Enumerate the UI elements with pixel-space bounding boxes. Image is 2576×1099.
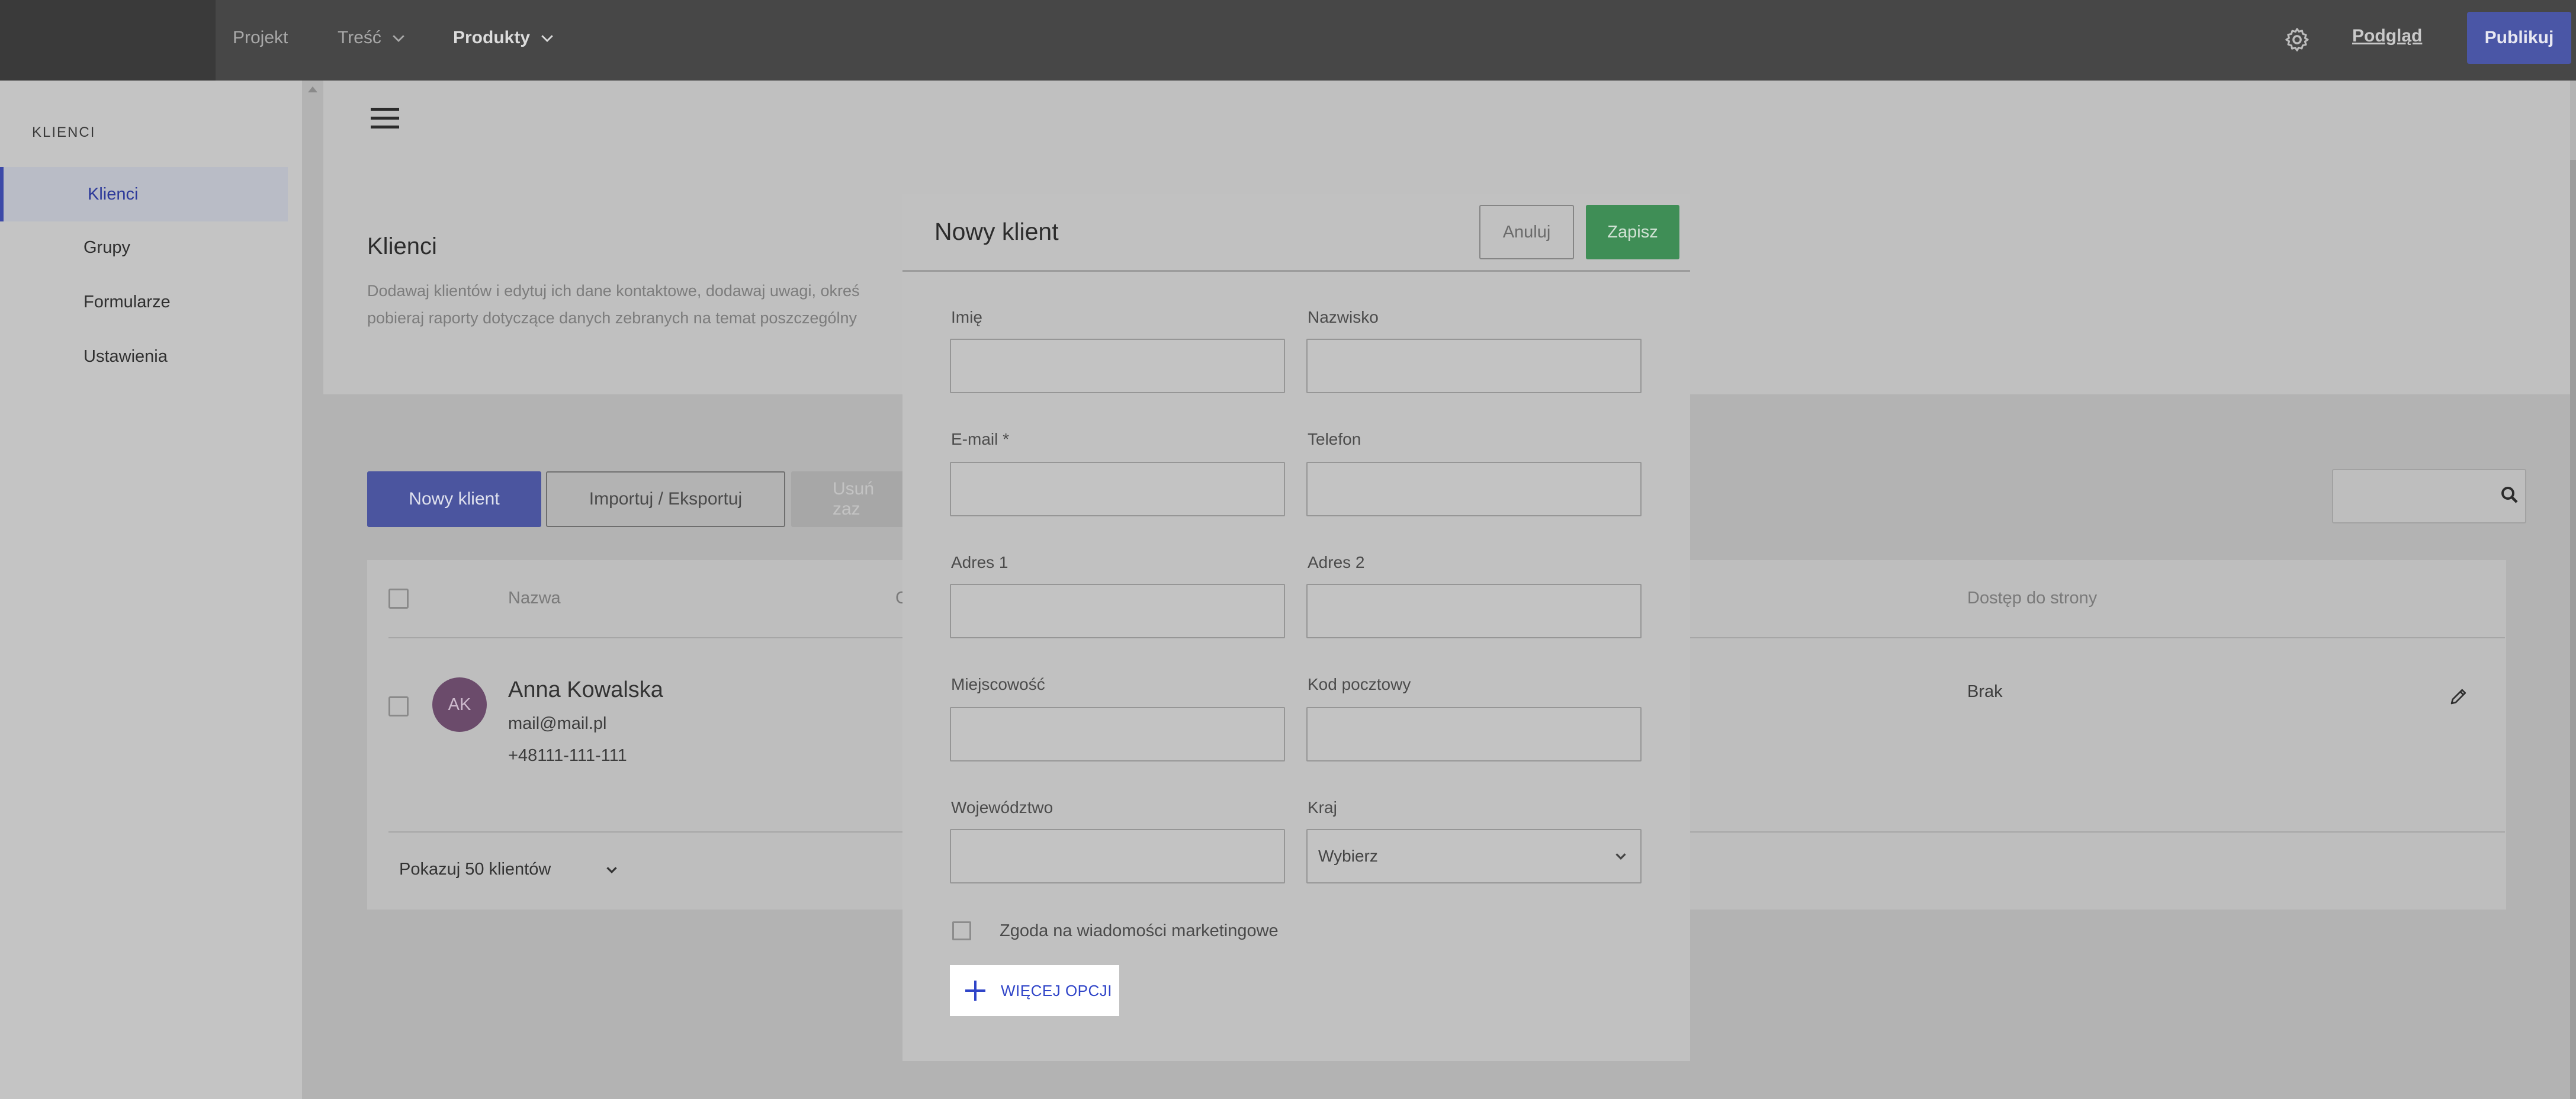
region-field[interactable] <box>950 829 1285 883</box>
chevron-down-icon <box>606 866 617 873</box>
logo-area <box>0 0 216 81</box>
address2-label: Adres 2 <box>1308 553 1365 571</box>
marketing-consent-checkbox[interactable] <box>952 921 971 940</box>
last-name-field[interactable] <box>1306 339 1642 393</box>
marketing-consent-label: Zgoda na wiadomości marketingowe <box>1000 921 1279 940</box>
client-name[interactable]: Anna Kowalska <box>508 677 663 703</box>
page-description-line: Dodawaj klientów i edytuj ich dane konta… <box>367 282 860 300</box>
city-field[interactable] <box>950 707 1285 761</box>
page-size-select[interactable]: Pokazuj 50 klientów <box>399 860 621 879</box>
phone-field[interactable] <box>1306 462 1642 516</box>
page-size-label: Pokazuj 50 klientów <box>399 860 551 879</box>
pencil-icon[interactable] <box>2448 686 2469 707</box>
main-scrollbar[interactable] <box>2570 160 2576 1099</box>
import-export-button[interactable]: Importuj / Eksportuj <box>546 471 785 527</box>
sidebar-item-ustawienia[interactable]: Ustawienia <box>0 329 284 384</box>
select-all-checkbox[interactable] <box>388 589 409 609</box>
first-name-field[interactable] <box>950 339 1285 393</box>
country-label: Kraj <box>1308 798 1337 817</box>
nav-tresc-label: Treść <box>338 28 381 47</box>
sidebar-item-label: Klienci <box>88 184 139 204</box>
client-phone: +48111-111-111 <box>508 746 627 765</box>
more-options-button[interactable]: WIĘCEJ OPCJI <box>950 965 1119 1016</box>
avatar: AK <box>432 677 487 732</box>
page-description-line: pobieraj raporty dotyczące danych zebran… <box>367 309 857 327</box>
chevron-down-icon <box>393 35 404 42</box>
email-label: E-mail * <box>951 430 1010 448</box>
search-icon[interactable] <box>2499 484 2520 506</box>
dialog-divider <box>902 270 1690 272</box>
country-selected-value: Wybierz <box>1318 847 1378 865</box>
nav-tresc[interactable]: Treść <box>338 0 407 76</box>
last-name-label: Nazwisko <box>1308 308 1379 326</box>
sidebar-item-grupy[interactable]: Grupy <box>0 220 284 275</box>
zip-field[interactable] <box>1306 707 1642 761</box>
search-input[interactable] <box>2332 469 2526 523</box>
phone-label: Telefon <box>1308 430 1361 448</box>
new-client-button[interactable]: Nowy klient <box>367 471 541 527</box>
first-name-label: Imię <box>951 308 982 326</box>
sidebar-heading: KLIENCI <box>32 124 96 140</box>
sidebar-item-label: Ustawienia <box>83 346 168 366</box>
column-header-name: Nazwa <box>508 589 561 608</box>
save-button[interactable]: Zapisz <box>1586 205 1679 259</box>
sidebar-item-label: Grupy <box>83 237 130 257</box>
more-options-label: WIĘCEJ OPCJI <box>1001 981 1113 1000</box>
nav-projekt[interactable]: Projekt <box>233 0 288 76</box>
address2-field[interactable] <box>1306 584 1642 638</box>
cancel-button[interactable]: Anuluj <box>1479 205 1574 259</box>
preview-link[interactable]: Podgląd <box>2352 26 2422 46</box>
nav-projekt-label: Projekt <box>233 28 288 47</box>
sidebar-item-klienci[interactable]: Klienci <box>0 167 288 221</box>
client-email: mail@mail.pl <box>508 714 607 733</box>
nav-produkty-label: Produkty <box>453 28 531 47</box>
region-label: Województwo <box>951 798 1053 817</box>
column-header-access: Dostęp do strony <box>1967 589 2098 608</box>
sidebar-scrollbar[interactable] <box>302 81 323 1099</box>
country-select[interactable]: Wybierz <box>1306 829 1642 883</box>
publish-button[interactable]: Publikuj <box>2467 12 2571 64</box>
sidebar-item-formularze[interactable]: Formularze <box>0 275 284 329</box>
scroll-up-arrow-icon[interactable] <box>308 86 317 92</box>
zip-label: Kod pocztowy <box>1308 675 1411 693</box>
gear-icon[interactable] <box>2283 26 2311 53</box>
delete-selected-button[interactable]: Usuń zaz <box>791 471 910 527</box>
chevron-down-icon <box>541 35 553 42</box>
plus-icon <box>965 981 985 1001</box>
page-title: Klienci <box>367 233 437 259</box>
row-checkbox[interactable] <box>388 696 409 716</box>
city-label: Miejscowość <box>951 675 1045 693</box>
address1-field[interactable] <box>950 584 1285 638</box>
dialog-title: Nowy klient <box>934 218 1059 245</box>
sidebar-item-label: Formularze <box>83 292 171 311</box>
hamburger-icon[interactable] <box>371 108 399 129</box>
chevron-down-icon <box>1615 853 1626 860</box>
page-description: Dodawaj klientów i edytuj ich dane konta… <box>367 277 900 332</box>
email-field[interactable] <box>950 462 1285 516</box>
nav-produkty[interactable]: Produkty <box>453 0 556 76</box>
address1-label: Adres 1 <box>951 553 1008 571</box>
client-access: Brak <box>1967 682 2003 701</box>
